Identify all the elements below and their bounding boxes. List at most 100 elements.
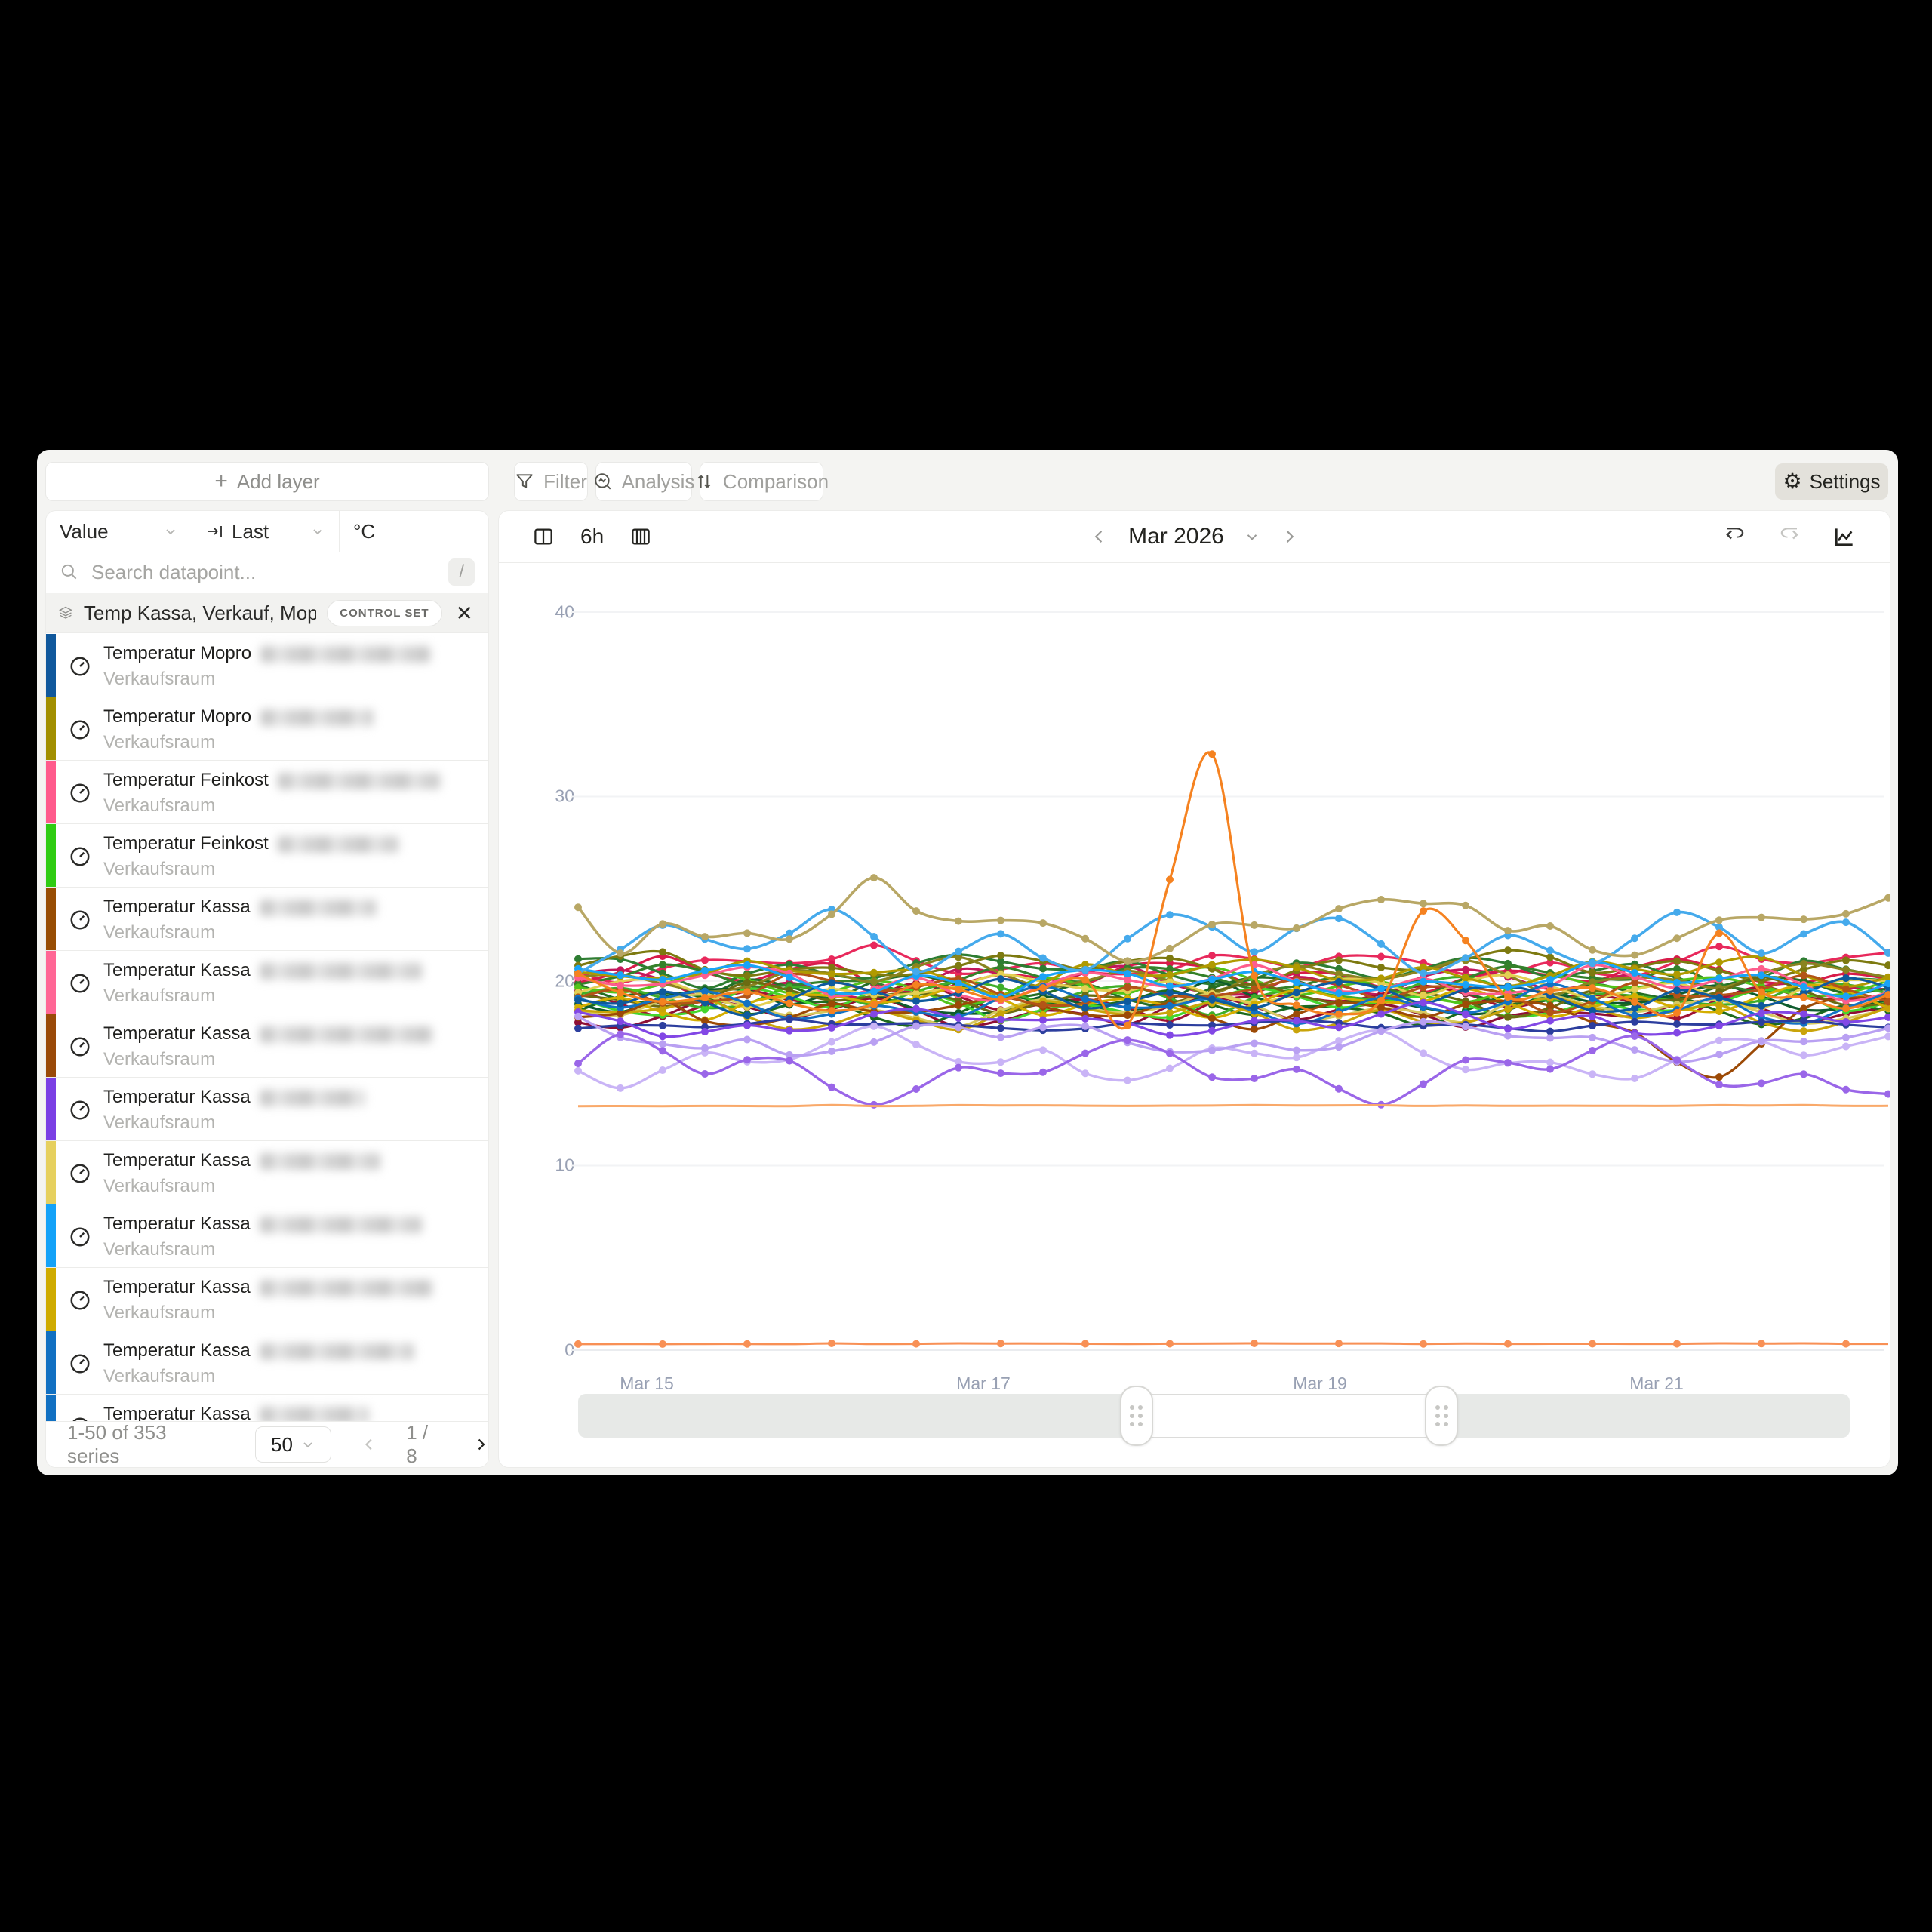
- data-point-marker: [1631, 952, 1638, 959]
- data-point-marker: [870, 1101, 878, 1109]
- settings-label: Settings: [1810, 470, 1881, 494]
- comparison-button[interactable]: Comparison: [700, 462, 823, 501]
- data-point-marker: [997, 1069, 1004, 1077]
- close-icon[interactable]: ✕: [453, 601, 476, 626]
- data-point-marker: [1546, 1001, 1554, 1009]
- series-list-item[interactable]: Temperatur KassaVerkaufsraum: [46, 951, 488, 1014]
- data-point-marker: [1462, 1066, 1469, 1073]
- data-point-marker: [701, 994, 709, 1001]
- data-point-marker: [1124, 970, 1131, 977]
- prev-period-icon[interactable]: [1091, 528, 1109, 546]
- data-point-marker: [659, 961, 666, 968]
- chart-panel: 6h Mar 2026: [498, 510, 1890, 1468]
- series-list-item[interactable]: Temperatur KassaVerkaufsraum: [46, 1078, 488, 1141]
- data-point-marker: [659, 998, 666, 1005]
- line-chart-icon[interactable]: [1832, 525, 1857, 549]
- series-list-item[interactable]: Temperatur KassaVerkaufsraum: [46, 1204, 488, 1268]
- page-size-dropdown[interactable]: 50: [255, 1426, 331, 1463]
- data-point-marker: [701, 1044, 709, 1052]
- value-dropdown[interactable]: Value: [46, 511, 192, 552]
- series-list-item[interactable]: Temperatur KassaVerkaufsraum: [46, 888, 488, 951]
- data-point-marker: [1631, 969, 1638, 977]
- data-point-marker: [1081, 1015, 1089, 1023]
- series-title: Temperatur Feinkost: [103, 833, 398, 854]
- series-list-item[interactable]: Temperatur FeinkostVerkaufsraum: [46, 824, 488, 888]
- analysis-button[interactable]: Analysis: [595, 462, 692, 501]
- data-point-marker: [1884, 961, 1890, 969]
- slider-handle-right[interactable]: [1425, 1386, 1458, 1446]
- series-list-item[interactable]: Temperatur KassaVerkaufsraum: [46, 1395, 488, 1422]
- add-layer-button[interactable]: + Add layer: [45, 462, 489, 501]
- data-point-marker: [1420, 1018, 1427, 1026]
- data-point-marker: [1377, 985, 1385, 992]
- data-point-marker: [1081, 976, 1089, 983]
- data-point-marker: [1673, 909, 1681, 916]
- data-point-marker: [1462, 902, 1469, 909]
- data-point-marker: [1462, 966, 1469, 974]
- chevron-down-icon: [310, 524, 325, 539]
- gauge-icon: [69, 1226, 91, 1248]
- series-list-item[interactable]: Temperatur KassaVerkaufsraum: [46, 1268, 488, 1331]
- data-point-marker: [1758, 949, 1765, 957]
- data-point-marker: [1208, 750, 1216, 758]
- data-point-marker: [743, 1036, 751, 1044]
- series-list-item[interactable]: Temperatur KassaVerkaufsraum: [46, 1014, 488, 1078]
- data-point-marker: [912, 1340, 920, 1348]
- plot-area[interactable]: 40 30 20 10 0 Mar 15 Mar 17 Mar 19 Mar 2…: [499, 562, 1890, 1467]
- add-layer-label: Add layer: [237, 470, 320, 494]
- series-color-stripe: [46, 1331, 56, 1394]
- data-point-marker: [828, 979, 835, 986]
- search-input[interactable]: [90, 560, 438, 585]
- data-point-marker: [997, 995, 1004, 1003]
- data-point-marker: [828, 1340, 835, 1347]
- series-list-item[interactable]: Temperatur FeinkostVerkaufsraum: [46, 761, 488, 824]
- data-point-marker: [1504, 962, 1512, 970]
- control-set-label: Temp Kassa, Verkauf, Mopro, Feink...: [84, 601, 316, 625]
- search-row: /: [46, 552, 488, 592]
- series-list-item[interactable]: Temperatur MoproVerkaufsraum: [46, 697, 488, 761]
- data-point-marker: [1842, 1340, 1850, 1348]
- next-page-icon[interactable]: [472, 1436, 488, 1453]
- data-point-marker: [1377, 896, 1385, 903]
- prev-page-icon[interactable]: [361, 1436, 377, 1453]
- settings-button[interactable]: ⚙ Settings: [1775, 463, 1888, 500]
- series-list-item[interactable]: Temperatur KassaVerkaufsraum: [46, 1141, 488, 1204]
- data-point-marker: [1631, 1018, 1638, 1026]
- slider-handle-left[interactable]: [1120, 1386, 1153, 1446]
- data-point-marker: [617, 971, 624, 979]
- data-point-marker: [574, 1067, 582, 1075]
- data-point-marker: [1715, 1001, 1723, 1009]
- data-point-marker: [870, 874, 878, 881]
- data-point-marker: [1293, 1047, 1300, 1054]
- data-point-marker: [1081, 995, 1089, 1003]
- period-label[interactable]: Mar 2026: [1128, 524, 1224, 549]
- unit-field[interactable]: °C: [340, 511, 488, 552]
- filter-button[interactable]: Filter: [514, 462, 588, 501]
- aggregation-dropdown[interactable]: Last: [192, 511, 340, 552]
- list-footer: 1-50 of 353 series 50 1 / 8: [46, 1421, 488, 1467]
- undo-icon[interactable]: [1724, 525, 1746, 548]
- data-point-marker: [1124, 1022, 1131, 1029]
- data-point-marker: [1124, 1077, 1131, 1084]
- search-icon: [60, 562, 79, 582]
- data-point-marker: [1504, 1032, 1512, 1040]
- data-point-marker: [1039, 973, 1047, 980]
- gauge-icon: [69, 1162, 91, 1185]
- data-point-marker: [1715, 967, 1723, 974]
- redo-icon[interactable]: [1778, 525, 1801, 548]
- gauge-icon: [69, 909, 91, 931]
- next-period-icon[interactable]: [1280, 528, 1298, 546]
- series-color-stripe: [46, 1395, 56, 1422]
- data-point-marker: [1673, 1057, 1681, 1064]
- analysis-icon: [593, 472, 613, 491]
- time-range-slider[interactable]: [578, 1394, 1850, 1438]
- data-point-marker: [1504, 983, 1512, 991]
- chevron-down-icon[interactable]: [1244, 528, 1260, 545]
- series-list-item[interactable]: Temperatur MoproVerkaufsraum: [46, 634, 488, 697]
- data-point-marker: [1251, 921, 1258, 929]
- data-point-marker: [1589, 984, 1596, 992]
- series-list-item[interactable]: Temperatur KassaVerkaufsraum: [46, 1331, 488, 1395]
- data-point-marker: [1420, 999, 1427, 1007]
- control-set-chip[interactable]: Temp Kassa, Verkauf, Mopro, Feink... CON…: [46, 593, 488, 633]
- slider-selected-window[interactable]: [1137, 1394, 1441, 1438]
